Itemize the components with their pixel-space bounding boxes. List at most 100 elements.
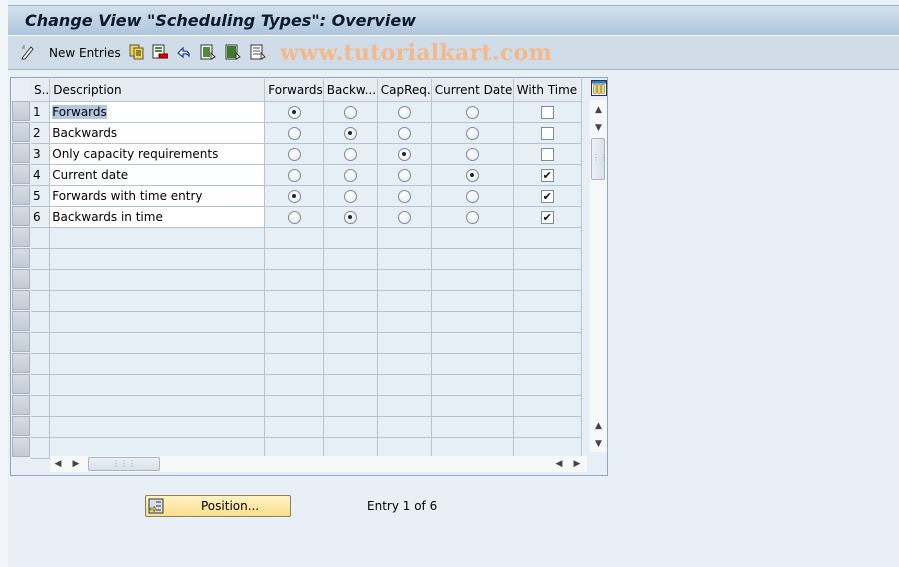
empty-cell[interactable]	[49, 227, 266, 249]
row-selector[interactable]	[12, 374, 30, 394]
scroll-up-button[interactable]: ▲	[590, 102, 607, 118]
vertical-scrollbar[interactable]: ▲ ▼ ⋮⋮ ▲ ▼	[590, 100, 608, 452]
current-date-radio[interactable]	[465, 105, 479, 119]
column-header-forwards[interactable]: Forwards	[264, 79, 324, 102]
row-selector[interactable]	[12, 353, 30, 373]
forwards-radio[interactable]	[287, 126, 301, 140]
backwards-radio[interactable]	[343, 105, 357, 119]
edit-pencil-icon[interactable]	[20, 44, 36, 60]
select-all-icon[interactable]	[200, 44, 216, 60]
cell-description[interactable]: Forwards with time entry	[49, 185, 266, 207]
column-header-description[interactable]: Description	[49, 79, 266, 102]
empty-cell	[377, 227, 432, 249]
cell-description[interactable]: Forwards	[49, 101, 266, 123]
empty-cell[interactable]	[49, 353, 266, 375]
row-selector[interactable]	[12, 164, 30, 184]
row-selector[interactable]	[12, 311, 30, 331]
empty-cell[interactable]	[49, 269, 266, 291]
empty-cell[interactable]	[49, 416, 266, 438]
horizontal-scroll-track[interactable]	[265, 456, 551, 472]
capreq-radio[interactable]	[397, 210, 411, 224]
with-time-checkbox[interactable]	[540, 105, 554, 119]
position-button[interactable]: Position...	[145, 495, 291, 517]
column-header-seq[interactable]: S..	[31, 79, 51, 102]
with-time-checkbox[interactable]: ✔	[540, 210, 554, 224]
empty-cell[interactable]	[49, 311, 266, 333]
delete-icon[interactable]	[152, 44, 168, 60]
backwards-radio[interactable]	[343, 189, 357, 203]
horizontal-scrollbar-right[interactable]: ◀ ▶	[551, 456, 587, 472]
with-time-checkbox[interactable]	[540, 126, 554, 140]
row-selector[interactable]	[12, 416, 30, 436]
vertical-scroll-thumb[interactable]: ⋮⋮	[591, 138, 608, 180]
forwards-radio[interactable]	[287, 105, 301, 119]
deselect-all-icon[interactable]	[250, 44, 266, 60]
cell-description[interactable]: Backwards in time	[49, 206, 266, 228]
row-selector[interactable]	[12, 248, 30, 268]
capreq-radio[interactable]	[397, 189, 411, 203]
row-selector[interactable]	[12, 395, 30, 415]
row-selector[interactable]	[12, 185, 30, 205]
undo-change-icon[interactable]	[176, 44, 192, 60]
current-date-radio[interactable]	[465, 210, 479, 224]
row-selector[interactable]	[12, 143, 30, 163]
capreq-radio[interactable]	[397, 105, 411, 119]
scroll-down-button[interactable]: ▼	[590, 120, 607, 136]
scroll-right-button[interactable]: ▶	[70, 456, 82, 472]
scroll-right-button-right[interactable]: ▶	[571, 456, 583, 472]
capreq-radio[interactable]	[397, 168, 411, 182]
row-selector[interactable]	[12, 227, 30, 247]
empty-cell[interactable]	[49, 290, 266, 312]
current-date-radio[interactable]	[465, 168, 479, 182]
empty-cell[interactable]	[49, 332, 266, 354]
empty-cell[interactable]	[49, 437, 266, 459]
row-selector[interactable]	[12, 101, 30, 121]
scroll-left-button-right[interactable]: ◀	[553, 456, 565, 472]
empty-cell[interactable]	[49, 395, 266, 417]
scroll-left-button[interactable]: ◀	[52, 456, 64, 472]
select-block-icon[interactable]	[225, 44, 241, 60]
with-time-checkbox[interactable]: ✔	[540, 168, 554, 182]
row-selector[interactable]	[12, 269, 30, 289]
current-date-radio[interactable]	[465, 147, 479, 161]
capreq-radio[interactable]	[397, 126, 411, 140]
column-header-backwards[interactable]: Backw...	[323, 79, 378, 102]
current-date-radio[interactable]	[465, 126, 479, 140]
horizontal-scroll-thumb[interactable]: ⋮⋮⋮	[88, 457, 160, 471]
forwards-radio[interactable]	[287, 168, 301, 182]
column-header-capreq[interactable]: CapReq.	[377, 79, 432, 102]
column-header-with-time[interactable]: With Time	[513, 79, 582, 102]
with-time-checkbox[interactable]: ✔	[540, 189, 554, 203]
row-selector[interactable]	[12, 437, 30, 457]
empty-cell	[323, 416, 378, 438]
backwards-radio[interactable]	[343, 168, 357, 182]
row-selector[interactable]	[12, 290, 30, 310]
capreq-radio[interactable]	[397, 147, 411, 161]
backwards-radio[interactable]	[343, 126, 357, 140]
forwards-radio[interactable]	[287, 147, 301, 161]
cell-description[interactable]: Backwards	[49, 122, 266, 144]
backwards-radio[interactable]	[343, 147, 357, 161]
copy-as-icon[interactable]	[129, 44, 145, 60]
forwards-radio[interactable]	[287, 210, 301, 224]
column-header-current-date[interactable]: Current Date	[431, 79, 514, 102]
new-entries-button[interactable]: New Entries	[49, 44, 121, 62]
row-selector[interactable]	[12, 122, 30, 142]
empty-cell	[513, 395, 582, 417]
forwards-radio[interactable]	[287, 189, 301, 203]
empty-cell[interactable]	[49, 248, 266, 270]
column-settings-icon[interactable]	[591, 80, 607, 96]
scroll-page-up-button[interactable]: ▲	[590, 418, 607, 434]
backwards-radio[interactable]	[343, 210, 357, 224]
row-selector[interactable]	[12, 206, 30, 226]
cell-description[interactable]: Only capacity requirements	[49, 143, 266, 165]
cell-seq: 2	[31, 122, 51, 144]
row-selector[interactable]	[12, 332, 30, 352]
cell-description[interactable]: Current date	[49, 164, 266, 186]
with-time-checkbox[interactable]	[540, 147, 554, 161]
empty-cell	[377, 437, 432, 459]
horizontal-scrollbar-fixed[interactable]: ◀ ▶ ⋮⋮⋮	[50, 456, 265, 472]
empty-cell[interactable]	[49, 374, 266, 396]
current-date-radio[interactable]	[465, 189, 479, 203]
scroll-page-down-button[interactable]: ▼	[590, 436, 607, 452]
